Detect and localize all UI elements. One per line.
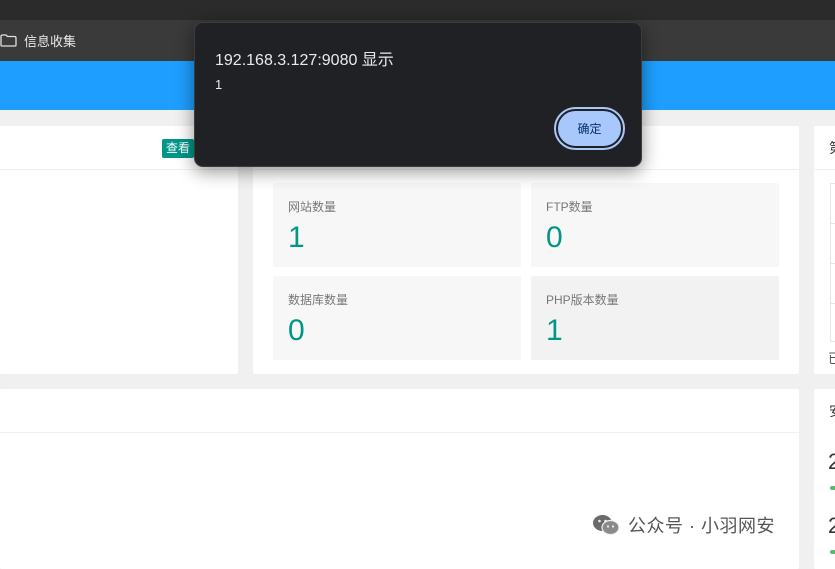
stat-ftp-count[interactable]: FTP数量 0 (531, 183, 779, 267)
ok-button[interactable]: 确定 (554, 107, 625, 150)
security-progress (830, 486, 835, 490)
watermark: 公众号 · 小羽网安 (592, 512, 775, 538)
stat-database-count[interactable]: 数据库数量 0 (273, 276, 521, 360)
right-info-card: 第 已 (814, 126, 835, 374)
browser-tab-strip (0, 0, 835, 20)
stat-value: 1 (546, 314, 563, 347)
watermark-text: 公众号 · 小羽网安 (628, 516, 775, 536)
stat-value: 0 (288, 314, 305, 347)
bookmark-folder-info-collection[interactable]: 信息收集 (0, 31, 76, 50)
stat-label: 数据库数量 (288, 293, 349, 307)
stat-label: 网站数量 (288, 200, 337, 214)
card-header (0, 389, 799, 433)
alert-dialog: 192.168.3.127:9080 显示 1 确定 (194, 22, 642, 167)
dialog-title: 192.168.3.127:9080 显示 (215, 52, 394, 69)
stat-label: FTP数量 (546, 200, 593, 214)
security-progress (830, 550, 835, 554)
stat-value: 1 (288, 221, 305, 254)
bookmark-folder-label: 信息收集 (24, 34, 77, 49)
info-footer-text: 已 (828, 351, 835, 366)
view-button[interactable]: 查看 (161, 139, 194, 158)
stat-site-count[interactable]: 网站数量 1 (273, 183, 521, 267)
table-row (831, 304, 835, 343)
traffic-card (0, 389, 799, 569)
card-title: 安 (829, 401, 835, 421)
folder-icon (0, 34, 17, 47)
security-card: 安 2 2 (814, 389, 835, 569)
table-row (831, 184, 835, 224)
info-table (830, 183, 835, 342)
stat-php-version-count[interactable]: PHP版本数量 1 (531, 276, 779, 360)
table-row (831, 264, 835, 304)
stat-value: 0 (546, 221, 563, 254)
wechat-icon (593, 515, 620, 536)
card-header (814, 126, 835, 170)
dialog-message: 1 (215, 77, 223, 92)
stat-label: PHP版本数量 (546, 293, 619, 307)
security-value: 2 (828, 513, 835, 538)
security-value: 2 (828, 449, 835, 474)
table-row (831, 224, 835, 264)
